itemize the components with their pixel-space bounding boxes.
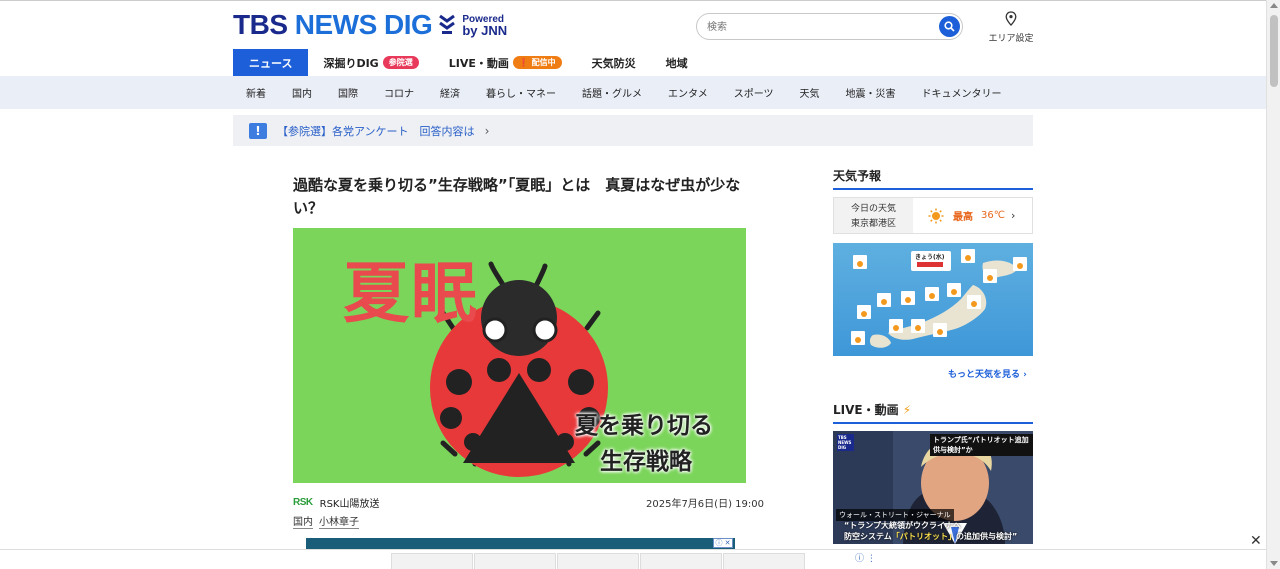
article-source[interactable]: RSK RSK山陽放送: [293, 495, 379, 510]
live-badge: ❗ 配信中: [512, 56, 562, 69]
weather-location-block: 今日の天気 東京都港区: [834, 198, 913, 233]
area-settings-button[interactable]: エリア設定: [988, 11, 1034, 44]
category-nav: 新着 国内 国際 コロナ 経済 暮らし・マネー 話題・グルメ エンタメ スポーツ…: [0, 76, 1266, 109]
close-ad-icon[interactable]: ✕: [1250, 533, 1262, 549]
category-new[interactable]: 新着: [233, 76, 279, 109]
ad-choices-icon[interactable]: ⓘ ✕: [713, 538, 733, 548]
ad-thumbnail[interactable]: [391, 553, 473, 569]
location-pin-icon: [1005, 11, 1017, 26]
alert-icon: !: [249, 122, 267, 139]
tab-live-video[interactable]: LIVE・動画 ❗ 配信中: [434, 49, 577, 76]
article-tags: 国内 小林章子: [293, 513, 365, 529]
search-input[interactable]: [707, 18, 927, 36]
hero-caption-1: 夏を乗り切る: [575, 413, 713, 439]
publish-date: 2025年7月6日(日) 19:00: [646, 499, 764, 510]
ad-thumbnail[interactable]: [557, 553, 639, 569]
ad-thumbnail[interactable]: [474, 553, 556, 569]
election-badge: 参院選: [382, 56, 419, 69]
tab-news[interactable]: ニュース: [233, 49, 309, 76]
ad-info-icon[interactable]: ⓘ ⋮: [855, 551, 876, 564]
source-name: RSK山陽放送: [319, 499, 380, 510]
article-hero-image: 夏眠 夏を乗り切る 生存戦略: [293, 228, 746, 483]
svg-text:きょう(水): きょう(水): [915, 253, 945, 261]
more-weather-link[interactable]: もっと天気を見る ›: [948, 367, 1027, 380]
primary-nav: ニュース 深掘りDIG 参院選 LIVE・動画 ❗ 配信中 天気防災 地域: [233, 49, 703, 76]
tag-link[interactable]: 国内: [293, 513, 313, 529]
category-international[interactable]: 国際: [325, 76, 371, 109]
category-entertainment[interactable]: エンタメ: [655, 76, 721, 109]
search-button[interactable]: [939, 16, 960, 37]
tab-region[interactable]: 地域: [651, 49, 703, 76]
bottom-ad-bar[interactable]: ⓘ ⋮: [0, 549, 1266, 569]
tab-weather-disaster[interactable]: 天気防災: [577, 49, 651, 76]
hero-caption-2: 生存戦略: [600, 449, 692, 475]
category-living-money[interactable]: 暮らし・マネー: [473, 76, 569, 109]
weather-map[interactable]: きょう(水): [833, 243, 1033, 356]
category-economy[interactable]: 経済: [427, 76, 473, 109]
author-link[interactable]: 小林章子: [319, 513, 359, 529]
article-title: 過酷な夏を乗り切る”生存戦略”「夏眠」とは 真夏はなぜ虫が少ない？: [293, 176, 741, 217]
weather-heading: 天気予報: [833, 167, 1033, 190]
vertical-scrollbar[interactable]: [1266, 0, 1280, 569]
site-header: TBS NEWS DIG Powered by JNN 検索 エリア設定: [0, 0, 1266, 48]
ad-thumbnail[interactable]: [723, 553, 805, 569]
live-video-thumbnail[interactable]: TBS NEWS DIG トランプ氏“パトリオット追加供与検討”か ウォール・ス…: [833, 431, 1033, 544]
election-notice-banner[interactable]: ! 【参院選】各党アンケート 回答内容は ›: [233, 115, 1033, 146]
category-sports[interactable]: スポーツ: [721, 76, 787, 109]
inline-ad[interactable]: [306, 538, 735, 549]
search-box: [696, 13, 963, 40]
dig-mark-icon: [439, 14, 456, 34]
tab-fukabori-dig[interactable]: 深掘りDIG 参院選: [308, 49, 433, 76]
scroll-down-arrow-icon[interactable]: [1270, 561, 1278, 566]
ad-thumbnail[interactable]: [640, 553, 722, 569]
powered-by-jnn: Powered by JNN: [462, 14, 508, 38]
category-corona[interactable]: コロナ: [371, 76, 427, 109]
area-settings-label: エリア設定: [988, 34, 1034, 44]
tbs-news-dig-badge: TBS NEWS DIG: [837, 434, 854, 451]
chevron-right-icon: ›: [1010, 209, 1016, 222]
hero-title-kanji: 夏眠: [343, 255, 479, 332]
search-icon: [944, 21, 955, 32]
scrollbar-thumb[interactable]: [1270, 15, 1278, 87]
sun-icon: [928, 208, 944, 223]
scroll-up-arrow-icon[interactable]: [1270, 3, 1278, 8]
japan-map-illustration: きょう(水): [851, 249, 1027, 348]
live-video-heading: LIVE・動画 ⚡: [833, 401, 1033, 424]
category-earthquake-disaster[interactable]: 地震・災害: [833, 76, 909, 109]
chevron-right-icon: ›: [484, 123, 490, 138]
site-logo[interactable]: TBS NEWS DIG Powered by JNN: [233, 10, 507, 40]
category-weather[interactable]: 天気: [787, 76, 833, 109]
video-subtitle: “トランプ大統領がウクライナへ 防空システム「パトリオット」の追加供与検討”: [844, 521, 1018, 541]
high-temp-value: 36℃: [981, 210, 1005, 221]
high-temp-label: 最高: [953, 212, 973, 223]
notice-text: 【参院選】各党アンケート 回答内容は: [277, 124, 475, 138]
category-documentary[interactable]: ドキュメンタリー: [909, 76, 1015, 109]
rsk-logo: RSK: [293, 497, 313, 508]
page: TBS NEWS DIG Powered by JNN 検索 エリア設定 ニュー…: [0, 0, 1280, 569]
category-topics-gourmet[interactable]: 話題・グルメ: [569, 76, 655, 109]
category-domestic[interactable]: 国内: [279, 76, 325, 109]
video-headline: トランプ氏“パトリオット追加供与検討”か: [930, 434, 1033, 456]
weather-summary[interactable]: 今日の天気 東京都港区 最高 36℃ ›: [833, 197, 1033, 234]
logo-text: TBS NEWS DIG: [233, 9, 433, 40]
